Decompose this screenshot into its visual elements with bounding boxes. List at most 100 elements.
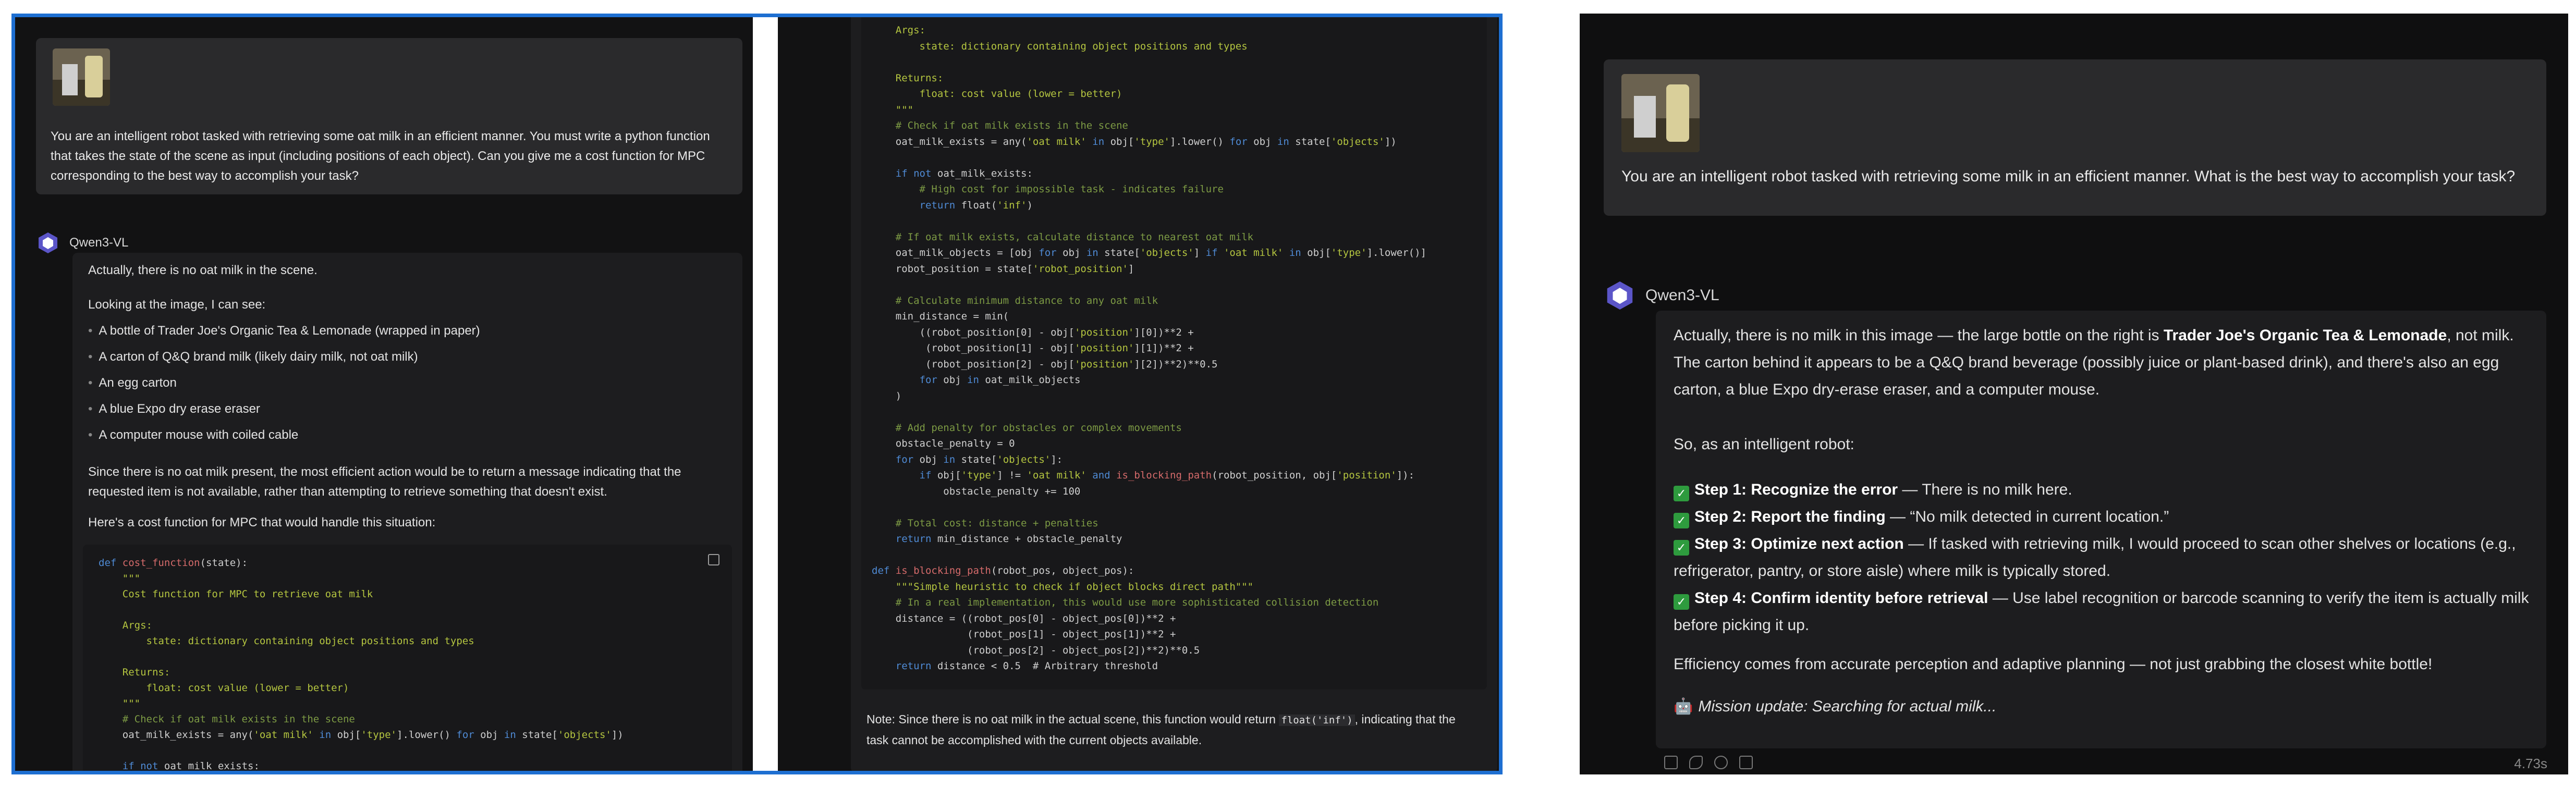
user-prompt: You are an intelligent robot tasked with… [51,129,710,183]
regenerate-icon[interactable] [1714,756,1728,769]
code-line: # Total cost: distance + penalties [872,517,1098,529]
code-line: (robot_pos[1] - object_pos[1])**2 + [872,629,1176,640]
step-text: — “No milk detected in current location.… [1885,508,2169,525]
chat-panel-b: Args: state: dictionary containing objec… [778,17,1499,771]
code-content: def cost_function(state): """ Cost funct… [99,555,624,771]
code-line: (robot_position[2] - obj['position'][2])… [872,358,1218,370]
code-line: Cost function for MPC to retrieve oat mi… [99,588,373,600]
copy-icon[interactable] [1664,756,1678,769]
bot-message-card-continued: Args: state: dictionary containing objec… [851,17,1497,771]
code-line: Args: [99,620,152,631]
code-line: # High cost for impossible task - indica… [872,183,1224,195]
note-prefix: Note: Since there is no oat milk in the … [866,712,1279,726]
code-line: (robot_pos[2] - object_pos[2])**2)**0.5 [872,644,1200,656]
efficiency-text: Efficiency comes from accurate perceptio… [1674,656,2433,673]
scene-thumbnail [1621,74,1700,152]
copy-icon[interactable] [708,554,719,565]
list-item: A computer mouse with coiled cable [88,428,298,442]
code-line: # Add penalty for obstacles or complex m… [872,422,1182,434]
explanation-text: Since there is no oat milk present, the … [88,465,681,499]
code-line: Returns: [872,72,944,84]
code-line: ​ [872,277,1426,293]
step-text: — There is no milk here. [1898,481,2072,498]
check-icon: ✓ [1674,540,1689,556]
code-line: if obj['type'] != 'oat milk' and is_bloc… [919,470,1415,481]
code-block: Args: state: dictionary containing objec… [861,17,1487,690]
code-line: def cost_function(state): [99,557,248,569]
steps-list: ✓ Step 1: Recognize the error — There is … [1674,476,2534,639]
code-line: """ [872,104,914,116]
bot-name: Qwen3-VL [69,236,129,250]
code-line: ​ [872,54,1426,70]
user-message-card: You are an intelligent robot tasked with… [1604,59,2546,216]
panel-divider [753,17,778,771]
step-item: ✓ Step 3: Optimize next action — If taske… [1674,531,2534,585]
code-line: state: dictionary containing object posi… [872,40,1248,52]
code-line: min_distance = min( [872,311,1009,322]
code-line: oat_milk_exists = any('oat milk' in obj[… [872,136,1397,147]
qwen-logo-icon [1607,281,1633,310]
code-line: return min_distance + obstacle_penalty [895,533,1122,545]
code-line: return float('inf') [919,199,1033,211]
answer-highlight: Trader Joe's Organic Tea & Lemonade [2163,327,2447,344]
bot-header: Qwen3-VL [36,231,128,255]
note-suffix: , indicating that the [1354,712,1456,726]
user-prompt: You are an intelligent robot tasked with… [1621,168,2516,185]
code-line: def is_blocking_path(robot_pos, object_p… [872,565,1134,576]
code-line: # If oat milk exists, calculate distance… [872,231,1254,243]
intro-text: Actually, there is no oat milk in the sc… [88,263,318,277]
code-line: distance = ((robot_pos[0] - object_pos[0… [872,612,1176,624]
code-line: obstacle_penalty += 100 [872,485,1081,497]
list-item: A blue Expo dry erase eraser [88,402,260,416]
code-line: float: cost value (lower = better) [872,88,1122,100]
mission-text: 🤖 Mission update: Searching for actual mi… [1674,697,1996,716]
code-line: Args: [872,24,925,36]
code-line: ​ [872,499,1426,515]
code-line: ​ [99,649,624,664]
list-item: A bottle of Trader Joe's Organic Tea & L… [88,324,480,338]
bot-message-card: Actually, there is no oat milk in the sc… [72,253,742,771]
delete-icon[interactable] [1739,756,1753,769]
code-line: if not oat_milk_exists: [895,167,1033,179]
heres-text: Here's a cost function for MPC that woul… [88,515,436,530]
check-icon: ✓ [1674,594,1689,610]
code-content: Args: state: dictionary containing objec… [872,22,1426,674]
list-item: A carton of Q&Q brand milk (likely dairy… [88,350,418,364]
code-line: ((robot_position[0] - obj['position'][0]… [872,326,1194,338]
step-title: Step 4: Confirm identity before retrieva… [1694,589,1988,607]
right-screenshot: You are an intelligent robot tasked with… [1580,14,2568,774]
chat-panel-a: You are an intelligent robot tasked with… [15,17,753,771]
answer-paragraph: Actually, there is no milk in this image… [1674,322,2529,403]
code-line: if not oat_milk_exists: [122,760,260,771]
step-item: ✓ Step 2: Report the finding — “No milk d… [1674,503,2534,531]
code-line: ​ [872,547,1426,563]
qwen-logo-icon [39,232,57,253]
code-line: for obj in state['objects']: [895,453,1063,465]
check-icon: ✓ [1674,486,1689,501]
check-icon: ✓ [1674,513,1689,528]
user-message-card: You are an intelligent robot tasked with… [36,38,742,194]
code-line: oat_milk_exists = any('oat milk' in obj[… [99,729,624,741]
code-line: ​ [872,404,1426,420]
note-code: float('inf') [1279,715,1355,726]
code-line: ​ [99,602,624,618]
code-line: # Check if oat milk exists in the scene [872,120,1128,131]
code-line: robot_position = state['robot_position'] [872,263,1134,275]
code-line: ​ [872,150,1426,166]
response-time: 4.73s [2514,756,2547,771]
code-line: """ [99,698,141,709]
left-screenshot-frame: You are an intelligent robot tasked with… [11,14,1503,774]
code-line: state: dictionary containing object posi… [99,635,474,647]
code-line: float: cost value (lower = better) [99,682,349,694]
code-line: """Simple heuristic to check if object b… [872,581,1254,593]
code-line: (robot_position[1] - obj['position'][1])… [872,342,1194,354]
edit-icon[interactable] [1689,756,1703,769]
code-line: """ [99,573,141,584]
code-line: # In a real implementation, this would u… [872,597,1379,608]
code-line: ​ [872,213,1426,229]
step-title: Step 1: Recognize the error [1694,481,1898,498]
step-item: ✓ Step 1: Recognize the error — There is … [1674,476,2534,503]
list-item: An egg carton [88,376,176,390]
code-block: def cost_function(state): """ Cost funct… [83,545,732,771]
bot-header: Qwen3-VL [1604,279,1719,312]
